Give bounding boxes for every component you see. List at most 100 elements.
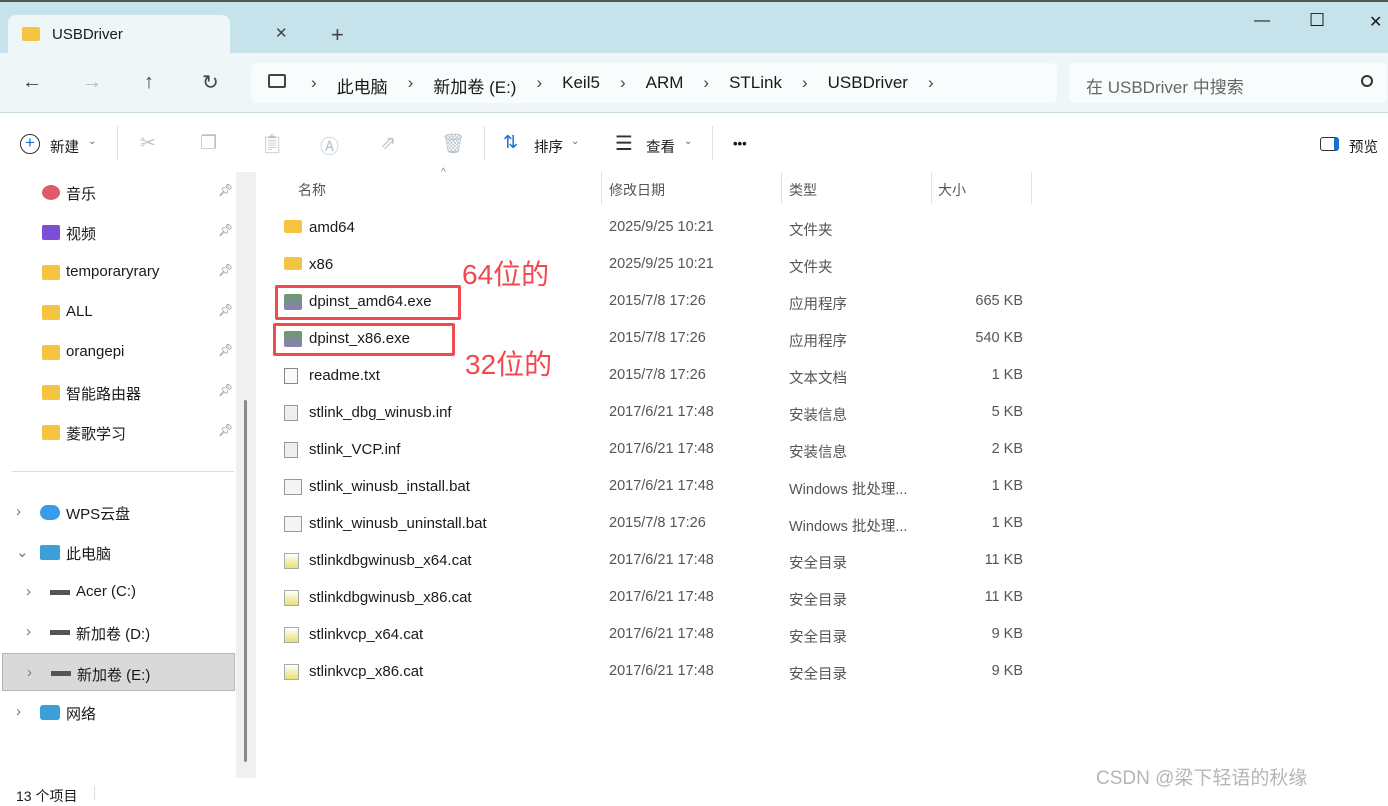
delete-icon[interactable]: 🗑︎ [441,132,465,156]
column-separator[interactable] [781,172,782,204]
search-icon[interactable] [1361,75,1373,87]
sidebar-item[interactable]: orangepi 📌︎ [0,333,236,371]
breadcrumb-item[interactable]: 新加卷 (E:) [433,73,516,98]
file-row[interactable]: x86 2025/9/25 10:21 文件夹 [272,247,1032,283]
new-button[interactable]: + [20,134,40,154]
file-date: 2015/7/8 17:26 [609,367,706,383]
sidebar-item[interactable]: 音乐 📌︎ [0,173,236,211]
preview-button[interactable]: 预览 [1349,136,1378,157]
sidebar-item[interactable]: 视频 📌︎ [0,213,236,251]
rename-icon[interactable]: Ⓐ [320,132,339,159]
column-separator[interactable] [1031,172,1032,204]
sidebar-tree-item[interactable]: › 新加卷 (E:) [2,653,235,691]
file-row[interactable]: stlink_winusb_uninstall.bat 2015/7/8 17:2… [272,506,1032,542]
pin-icon[interactable]: 📌︎ [218,383,233,397]
file-type: 安全目录 [789,593,847,609]
breadcrumb-item[interactable]: ARM [646,73,684,98]
folder-icon [22,27,40,41]
tab-usbdriver[interactable]: USBDriver [8,15,230,55]
chevron-right-icon[interactable]: › [26,583,31,600]
file-row[interactable]: stlinkdbgwinusb_x86.cat 2017/6/21 17:48 安全… [272,580,1032,616]
pin-icon[interactable]: 📌︎ [218,263,233,277]
pin-icon[interactable]: 📌︎ [218,223,233,237]
chevron-right-icon[interactable]: › [311,73,317,98]
file-date: 2017/6/21 17:48 [609,626,714,642]
file-row[interactable]: readme.txt 2015/7/8 17:26 文本文档 1 KB [272,358,1032,394]
breadcrumb-item[interactable]: USBDriver [828,73,908,98]
chevron-right-icon[interactable]: › [16,503,21,520]
file-row[interactable]: stlink_dbg_winusb.inf 2017/6/21 17:48 安装信息… [272,395,1032,431]
file-row[interactable]: stlinkvcp_x64.cat 2017/6/21 17:48 安全目录 9 KB [272,617,1032,653]
column-separator[interactable] [601,172,602,204]
minimize-button[interactable]: — [1254,12,1270,30]
chevron-right-icon[interactable]: › [536,73,542,98]
breadcrumb[interactable]: › 此电脑 › 新加卷 (E:) › Keil5 › ARM › STLink › USBDriver… [251,63,1057,103]
sidebar-tree-item[interactable]: › 新加卷 (D:) [0,613,236,651]
breadcrumb-item[interactable]: STLink [729,73,782,98]
column-header-size[interactable]: 大小 [938,180,966,200]
sidebar-scrollbar[interactable] [236,172,256,778]
view-button[interactable]: 查看 [646,136,675,157]
more-button[interactable]: ••• [733,136,747,151]
breadcrumb-item[interactable]: 此电脑 [337,73,388,98]
chevron-down-icon[interactable]: ⌄ [16,543,29,561]
chevron-right-icon[interactable]: › [408,73,414,98]
pin-icon[interactable]: 📌︎ [218,303,233,317]
column-header-type[interactable]: 类型 [789,180,817,200]
cat-icon [284,553,299,569]
pin-icon[interactable]: 📌︎ [218,423,233,437]
sidebar-item[interactable]: 菱歌学习 📌︎ [0,413,236,451]
file-name: stlink_dbg_winusb.inf [309,404,452,421]
chevron-right-icon[interactable]: › [26,623,31,640]
file-row[interactable]: amd64 2025/9/25 10:21 文件夹 [272,210,1032,246]
column-separator[interactable] [931,172,932,204]
sidebar-tree-item[interactable]: › WPS云盘 [0,493,236,531]
chevron-right-icon[interactable]: › [928,73,934,98]
breadcrumb-item[interactable]: Keil5 [562,73,600,98]
pin-icon[interactable]: 📌︎ [218,343,233,357]
file-size: 2 KB [991,441,1023,457]
copy-icon[interactable]: ❐ [200,132,217,155]
sort-button[interactable]: 排序 [534,136,563,157]
sidebar-item[interactable]: temporaryrary 📌︎ [0,253,236,291]
sidebar-tree-item[interactable]: › Acer (C:) [0,573,236,611]
search-input[interactable]: 在 USBDriver 中搜索 [1069,63,1387,103]
sidebar-item[interactable]: 智能路由器 📌︎ [0,373,236,411]
file-row[interactable]: stlinkdbgwinusb_x64.cat 2017/6/21 17:48 安全… [272,543,1032,579]
file-row[interactable]: stlink_winusb_install.bat 2017/6/21 17:48… [272,469,1032,505]
chevron-right-icon[interactable]: › [802,73,808,98]
view-icon[interactable]: ☰ [615,131,633,156]
file-size: 11 KB [984,589,1023,605]
chevron-right-icon[interactable]: › [620,73,626,98]
preview-pane-icon[interactable] [1320,137,1339,151]
close-window-button[interactable]: ✕ [1369,12,1382,32]
column-header-name[interactable]: 名称 [298,180,326,200]
chevron-right-icon[interactable]: › [703,73,709,98]
sidebar-tree-item[interactable]: ⌄ 此电脑 [0,533,236,571]
sidebar-item[interactable]: ALL 📌︎ [0,293,236,331]
close-tab-button[interactable]: ✕ [275,24,288,42]
scrollbar-thumb[interactable] [244,400,247,762]
pin-icon[interactable]: 📌︎ [218,183,233,197]
sort-icon[interactable]: ⇅ [503,132,518,153]
chevron-right-icon[interactable]: › [27,664,32,681]
column-header-date[interactable]: 修改日期 [609,180,665,200]
sidebar-tree-label: Acer (C:) [76,583,136,600]
back-button[interactable]: ← [22,71,42,94]
up-button[interactable]: ↑ [144,71,154,94]
file-row[interactable]: stlinkvcp_x86.cat 2017/6/21 17:48 安全目录 9 KB [272,654,1032,690]
file-name: x86 [309,256,334,273]
file-size: 5 KB [991,404,1023,420]
sidebar-tree-item[interactable]: › 网络 [0,693,236,731]
sidebar-item-label: 智能路由器 [66,386,142,403]
cut-icon[interactable]: ✂ [140,132,156,155]
refresh-button[interactable]: ↻ [202,70,219,95]
maximize-button[interactable]: ☐ [1309,10,1325,31]
share-icon[interactable]: ⇗ [380,132,396,155]
new-tab-button[interactable]: + [331,22,344,48]
chevron-right-icon[interactable]: › [16,703,21,720]
paste-icon[interactable]: 📋︎ [260,132,284,156]
file-row[interactable]: stlink_VCP.inf 2017/6/21 17:48 安装信息 2 KB [272,432,1032,468]
file-type: 安全目录 [789,556,847,572]
forward-button[interactable]: → [82,71,102,94]
